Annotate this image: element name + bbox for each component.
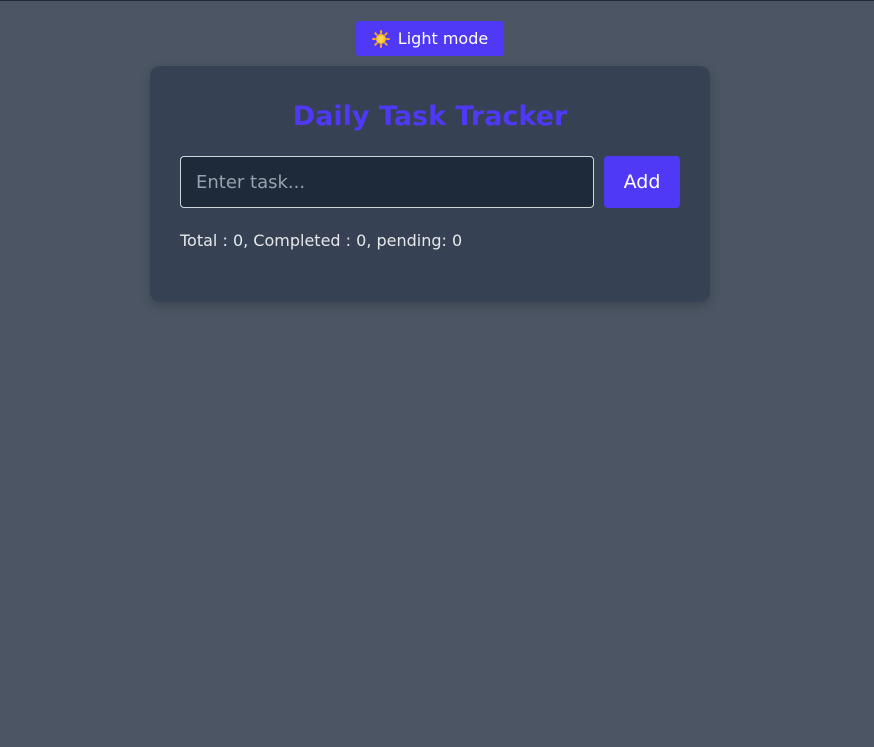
total-label: Total : [180,231,233,250]
total-count: 0 [232,231,244,250]
theme-toggle-label: Light mode [397,29,489,48]
add-task-button[interactable]: Add [604,156,680,208]
page-title: Daily Task Tracker [292,101,568,132]
task-input[interactable] [180,156,594,208]
completed-label: , Completed : [243,231,357,250]
top-divider [0,0,874,1]
task-tracker-card: Daily Task Tracker Add Total : 0, Comple… [150,66,710,302]
completed-count: 0 [356,231,367,250]
task-stats: Total : 0, Completed : 0, pending: 0 [180,230,462,252]
pending-label: , pending: [366,231,452,250]
theme-toggle-button[interactable]: Light mode [356,21,504,56]
sun-icon [371,29,390,48]
pending-count: 0 [452,231,463,250]
